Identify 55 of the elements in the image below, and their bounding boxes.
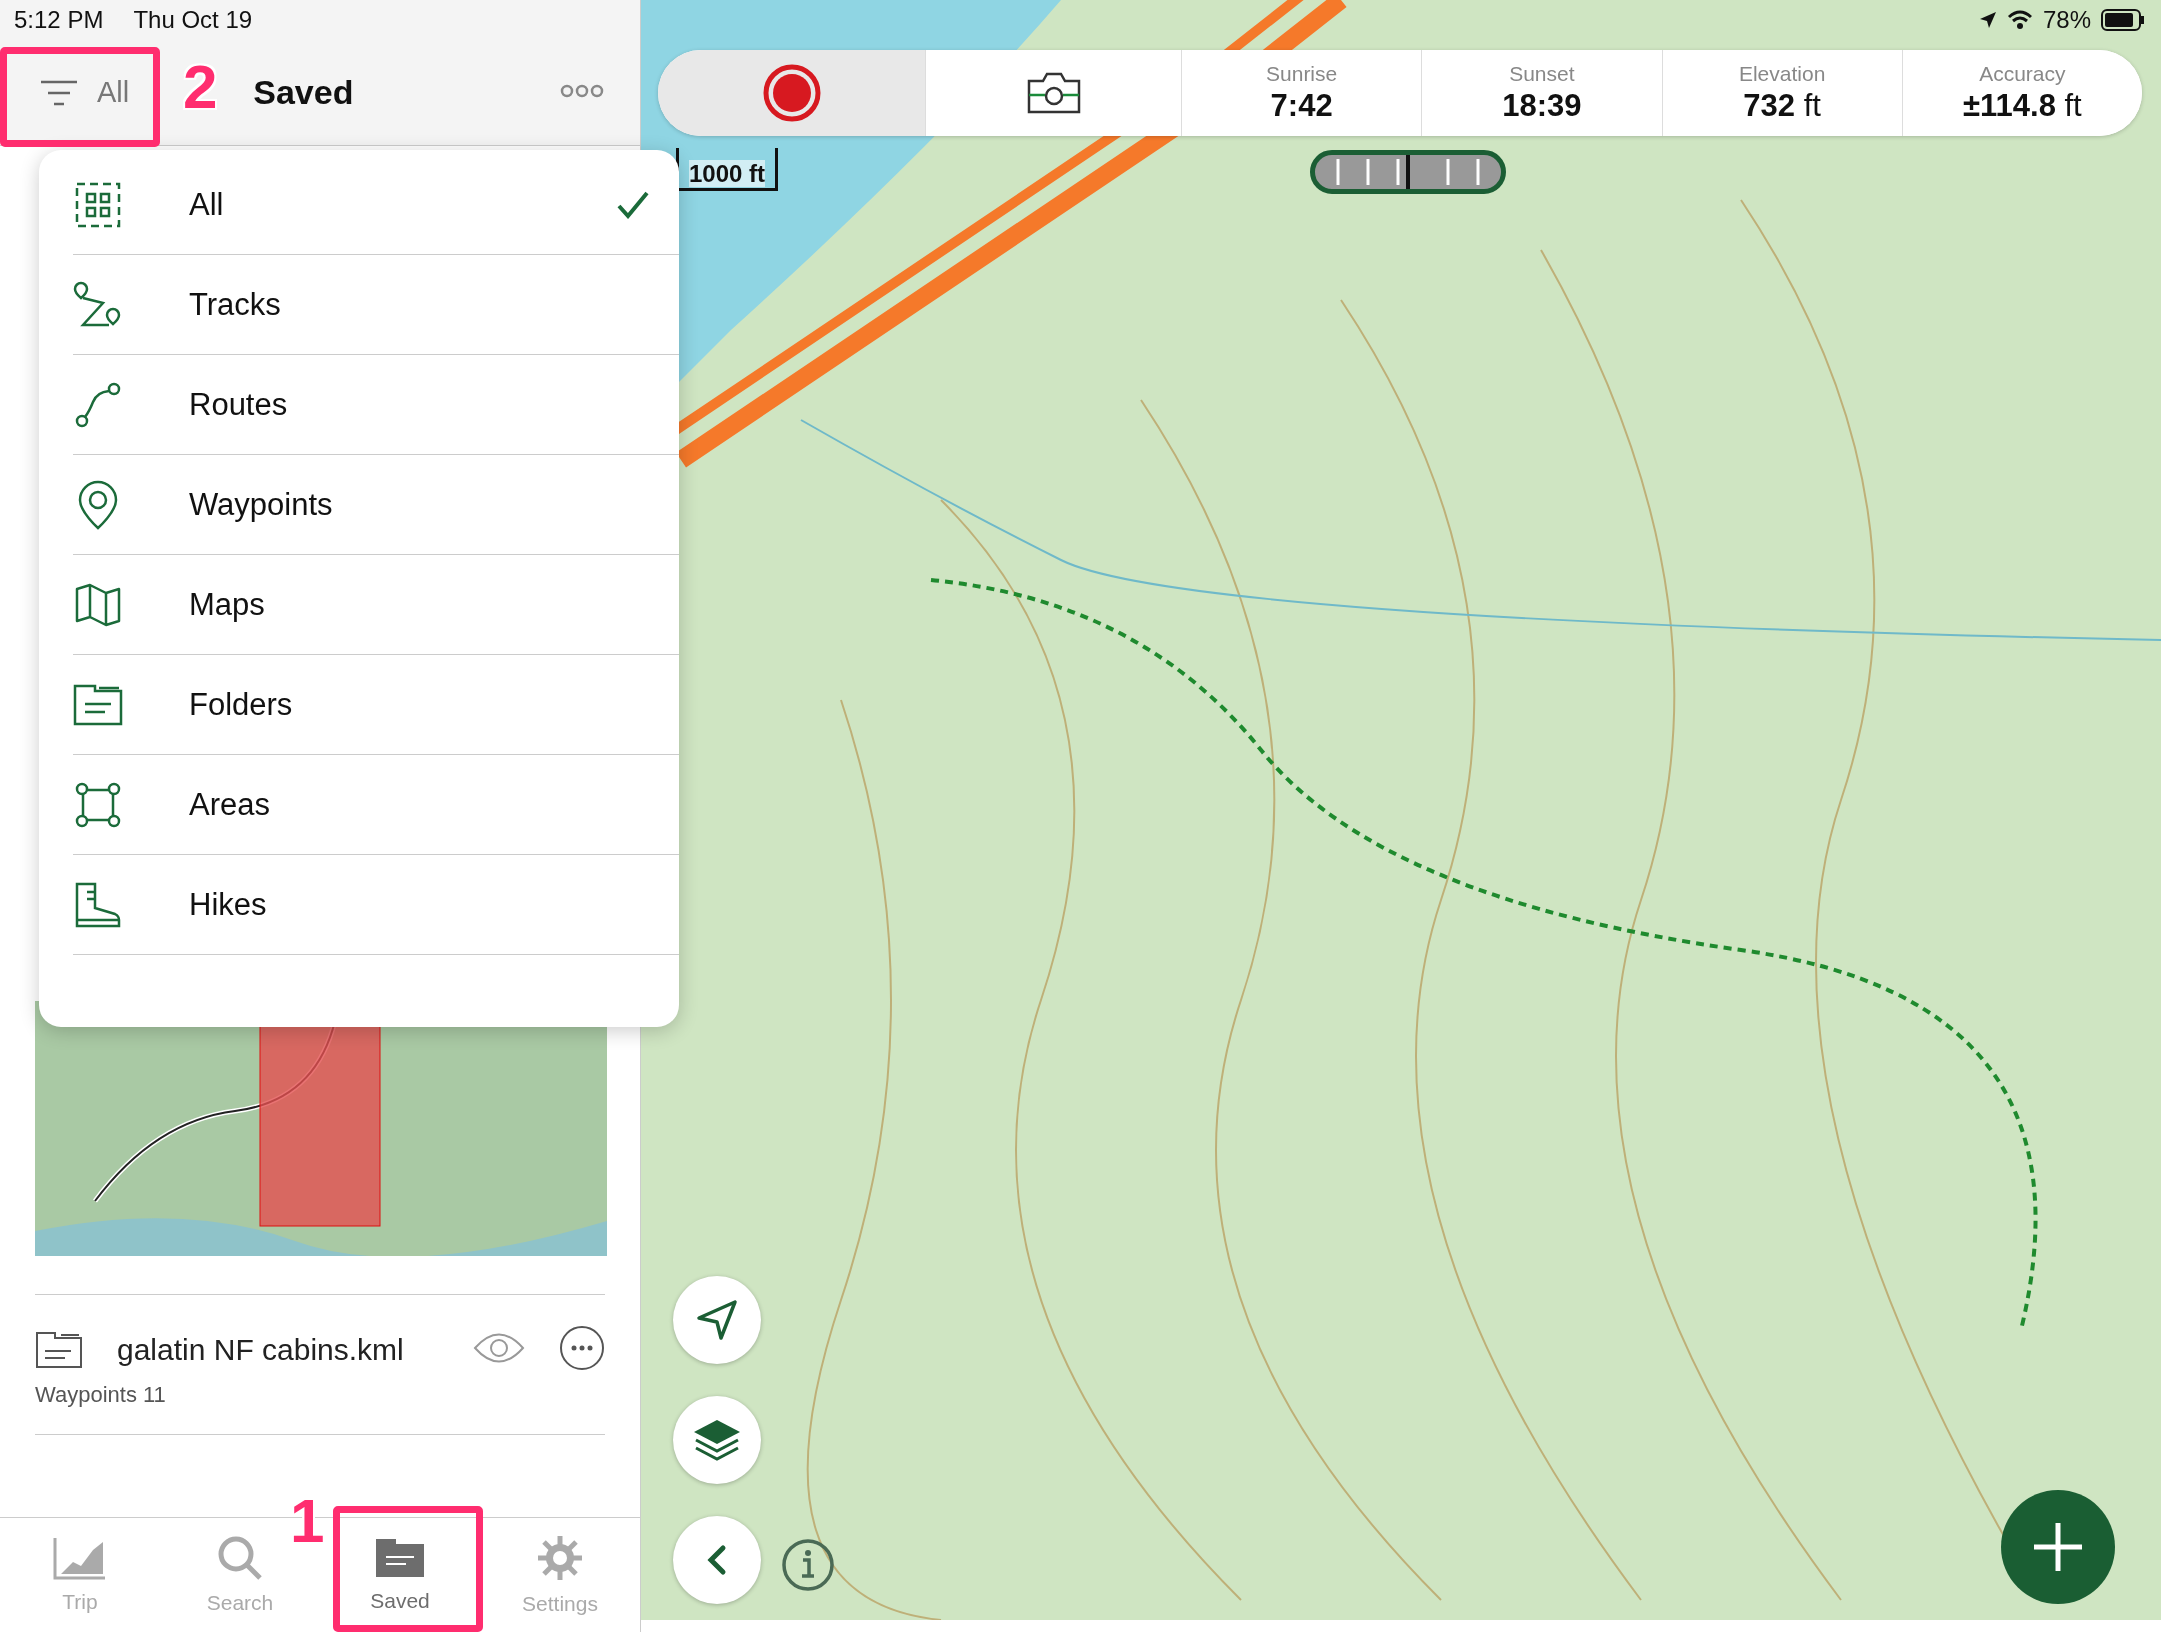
battery-icon <box>2101 9 2145 31</box>
grid-icon <box>75 181 121 228</box>
map-icon <box>75 582 121 627</box>
route-icon <box>75 381 121 428</box>
folder-icon <box>374 1537 426 1579</box>
record-button[interactable] <box>658 50 926 136</box>
filter-option[interactable]: Hikes <box>73 855 679 955</box>
eye-icon <box>473 1331 525 1365</box>
filter-option[interactable]: Tracks <box>73 255 679 355</box>
filter-option[interactable]: Folders <box>73 655 679 755</box>
layers-icon <box>692 1418 742 1462</box>
area-icon <box>75 781 121 828</box>
stat-label: Accuracy <box>1979 62 2066 86</box>
pin-icon <box>78 479 118 530</box>
plus-icon <box>2032 1521 2084 1573</box>
more-icon <box>560 84 604 98</box>
step-number: 1 <box>290 1490 325 1552</box>
search-icon <box>217 1535 263 1581</box>
boot-icon <box>75 881 121 928</box>
item-detail: Waypoints 11 <box>35 1382 167 1408</box>
wifi-icon <box>2006 10 2033 30</box>
track-slider[interactable] <box>1310 150 1506 194</box>
settings-icon <box>536 1534 584 1582</box>
camera-button[interactable] <box>926 50 1182 136</box>
chart-icon <box>53 1536 107 1580</box>
filter-option[interactable]: Maps <box>73 555 679 655</box>
header-title: Saved <box>253 73 354 112</box>
stat-value: ±114.8 ft <box>1963 88 2082 124</box>
ellipsis-circle-icon <box>559 1325 605 1371</box>
slider-thumb[interactable] <box>1406 155 1410 189</box>
info-icon <box>781 1537 835 1592</box>
status-date: Thu Oct 19 <box>133 6 253 34</box>
navigation-arrow-icon <box>695 1298 739 1342</box>
stat-value: 732 ft <box>1743 88 1821 124</box>
filter-option[interactable]: Waypoints <box>73 455 679 555</box>
filter-button[interactable]: All <box>35 68 134 117</box>
stat-value: 18:39 <box>1502 88 1582 124</box>
filter-option[interactable]: Areas <box>73 755 679 855</box>
stat-label: Sunset <box>1509 62 1575 86</box>
filter-option[interactable]: All <box>73 155 679 255</box>
stat-label: Sunrise <box>1266 62 1338 86</box>
folder-icon <box>73 683 123 726</box>
stat-label: Elevation <box>1738 62 1826 86</box>
camera-icon <box>1026 71 1081 115</box>
item-name: galatin NF cabins.kml <box>117 1332 405 1367</box>
status-time: 5:12 PM <box>14 6 104 34</box>
filter-option[interactable]: Routes <box>73 355 679 455</box>
location-arrow-icon <box>1978 11 1997 29</box>
battery-percent: 78% <box>2042 6 2091 34</box>
record-icon <box>761 63 822 123</box>
stat-value: 7:42 <box>1270 88 1333 124</box>
step-number: 2 <box>183 56 218 118</box>
folder-icon <box>35 1330 83 1369</box>
track-icon <box>73 280 123 329</box>
scale-label: 1000 ft <box>689 160 766 187</box>
